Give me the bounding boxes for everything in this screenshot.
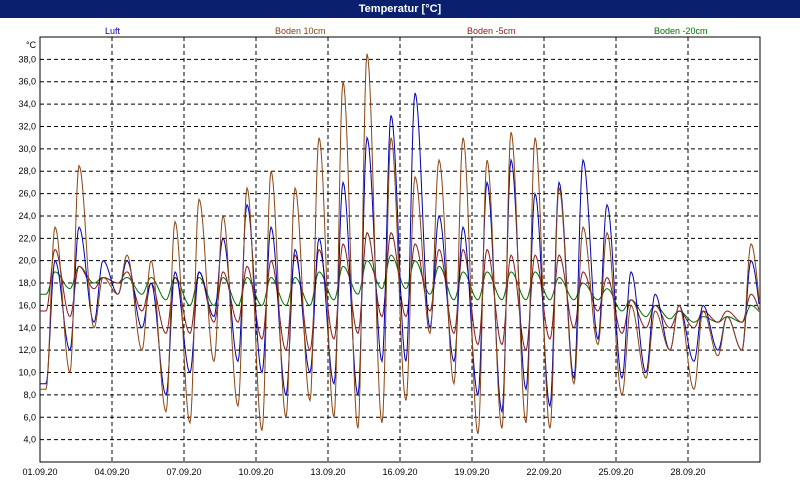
y-tick-label: 18,0 [18, 278, 36, 288]
y-tick-label: 30,0 [18, 144, 36, 154]
y-tick-label: 14,0 [18, 323, 36, 333]
x-tick-label: 22.09.20 [526, 467, 561, 477]
y-tick-label: 28,0 [18, 166, 36, 176]
series-line-luft [40, 92, 760, 414]
y-unit-label: °C [26, 40, 37, 50]
y-tick-label: 20,0 [18, 256, 36, 266]
y-tick-label: 16,0 [18, 300, 36, 310]
y-tick-label: 6,0 [23, 412, 36, 422]
x-tick-label: 16.09.20 [382, 467, 417, 477]
x-tick-label: 10.09.20 [238, 467, 273, 477]
y-tick-label: 8,0 [23, 390, 36, 400]
x-tick-label: 28.09.20 [670, 467, 705, 477]
x-tick-label: 07.09.20 [166, 467, 201, 477]
y-tick-label: 4,0 [23, 435, 36, 445]
temperature-chart: 4,0 6,0 8,0 10,0 12,0 14,0 16,0 18,0 20,0 22,0 24,… [18, 36, 761, 477]
y-tick-label: 24,0 [18, 211, 36, 221]
x-tick-label: 25.09.20 [598, 467, 633, 477]
y-tick-label: 36,0 [18, 77, 36, 87]
y-tick-label: 32,0 [18, 121, 36, 131]
x-tick-label: 04.09.20 [94, 467, 129, 477]
y-tick-label: 22,0 [18, 233, 36, 243]
y-tick-label: 38,0 [18, 54, 36, 64]
y-tick-label: 26,0 [18, 189, 36, 199]
x-tick-label: 13.09.20 [310, 467, 345, 477]
x-tick-label: 01.09.20 [22, 467, 57, 477]
y-tick-label: 10,0 [18, 368, 36, 378]
y-tick-label: 34,0 [18, 99, 36, 109]
x-tick-label: 19.09.20 [454, 467, 489, 477]
y-tick-label: 12,0 [18, 345, 36, 355]
